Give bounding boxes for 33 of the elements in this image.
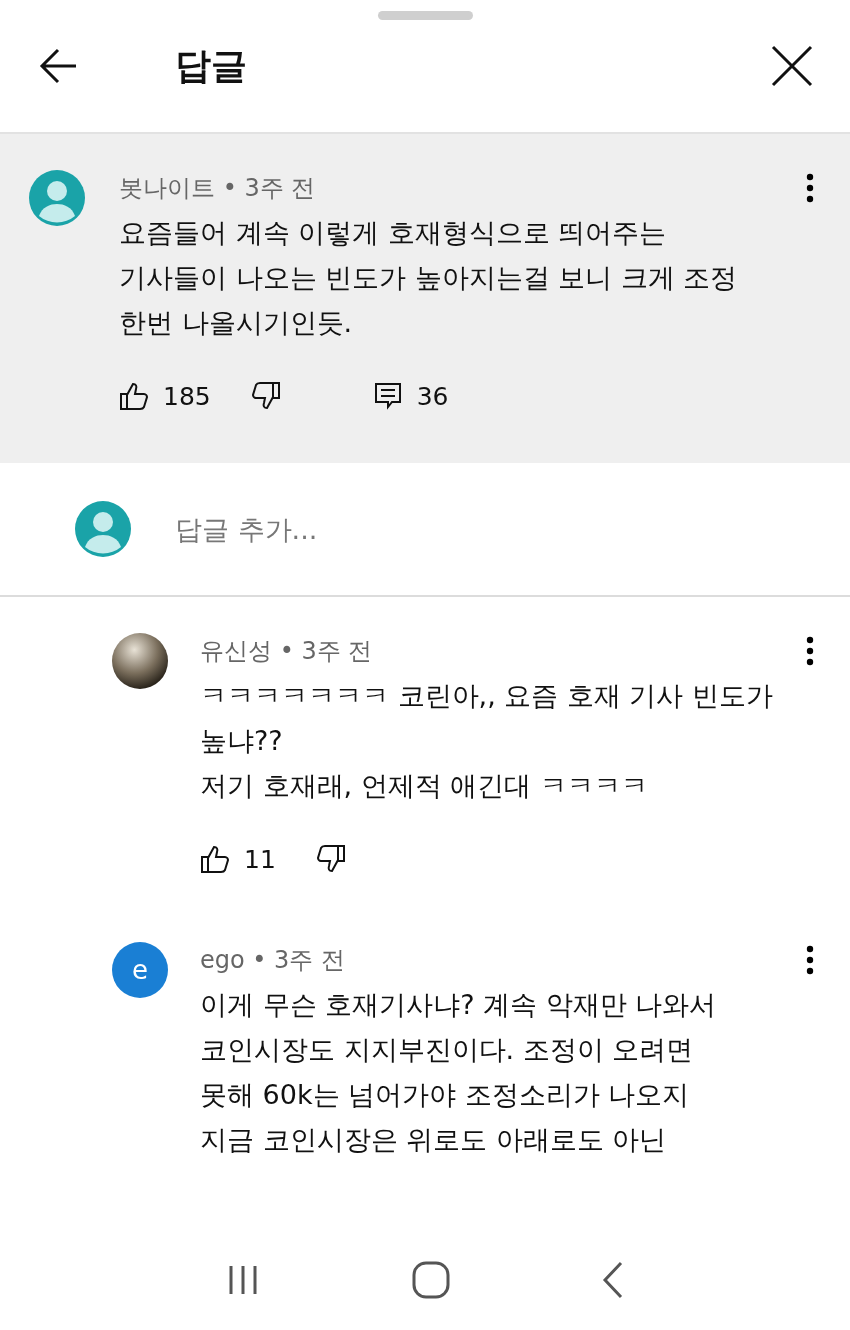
thumbs-down-icon[interactable] — [250, 381, 281, 411]
comment-icon[interactable] — [372, 381, 403, 411]
back-icon[interactable] — [601, 1260, 625, 1300]
avatar-icon — [75, 501, 131, 557]
comment-meta: 봇나이트 • 3주 전 — [119, 173, 316, 204]
more-options-icon[interactable] — [806, 945, 814, 975]
thumbs-up-icon[interactable] — [200, 844, 230, 874]
like-count: 185 — [163, 381, 211, 411]
thumbs-up-icon[interactable] — [119, 381, 149, 411]
avatar-icon: e — [112, 942, 168, 998]
reply-text: 코인시장도 지지부진이다. 조정이 오려면 — [200, 1033, 695, 1067]
comment-text: 요즘들어 계속 이렇게 호재형식으로 띄어주는 — [119, 216, 668, 250]
reply-meta: 유신성 • 3주 전 — [200, 636, 373, 667]
drag-handle[interactable] — [378, 11, 473, 20]
comment-text: 한번 나올시기인듯. — [119, 306, 354, 340]
reply-input-field[interactable]: 답글 추가... — [173, 512, 677, 546]
avatar-icon — [29, 170, 85, 226]
reply-text: 못해 60k는 넘어가야 조정소리가 나오지 — [200, 1078, 691, 1112]
comment-text: 기사들이 나오는 빈도가 높아지는걸 보니 크게 조정 — [119, 261, 739, 295]
reply-text: 지금 코인시장은 위로도 아래로도 아닌 — [200, 1123, 668, 1157]
home-icon[interactable] — [411, 1260, 451, 1300]
thumbs-down-icon[interactable] — [315, 844, 346, 874]
reply-count: 36 — [416, 381, 449, 411]
reply-text: 이게 무슨 호재기사냐? 계속 악재만 나와서 — [200, 988, 718, 1022]
close-icon[interactable] — [770, 44, 814, 88]
more-options-icon[interactable] — [806, 173, 814, 203]
reply-text: 높냐?? — [200, 724, 284, 758]
reply-text: 저기 호재래, 언제적 애긴대 ㅋㅋㅋㅋ — [200, 769, 649, 803]
reply-meta: ego • 3주 전 — [200, 945, 345, 976]
page-title: 답글 — [175, 43, 248, 88]
reply-text: ㅋㅋㅋㅋㅋㅋㅋ 코린아,, 요즘 호재 기사 빈도가 — [200, 679, 775, 713]
more-options-icon[interactable] — [806, 636, 814, 666]
like-count: 11 — [244, 844, 276, 874]
